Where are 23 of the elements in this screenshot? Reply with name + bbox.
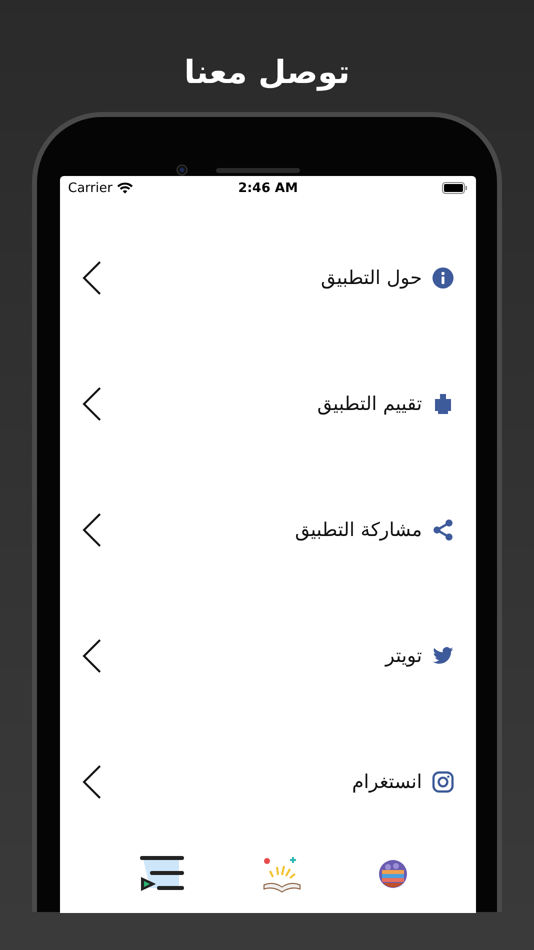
carrier-label: Carrier — [68, 180, 112, 196]
menu-item-label[interactable]: تقييم التطبيق — [317, 393, 422, 415]
menu-item-label[interactable]: مشاركة التطبيق — [294, 519, 422, 541]
page-title: توصل معنا — [183, 52, 351, 93]
info-icon — [432, 267, 454, 289]
camera-outline-icon — [432, 771, 454, 793]
chevron-left-icon[interactable] — [82, 261, 102, 295]
camera-icon — [176, 164, 188, 176]
bird-icon — [432, 646, 454, 666]
chevron-left-icon[interactable] — [82, 639, 102, 673]
menu-item-label[interactable]: تويتر — [385, 645, 422, 667]
chevron-left-icon[interactable] — [82, 765, 102, 799]
menu-item-label[interactable]: انستغرام — [352, 771, 422, 793]
status-time: 2:46 AM — [238, 180, 298, 196]
wifi-icon — [117, 182, 134, 194]
list-play-icon[interactable] — [138, 855, 186, 893]
books-badge-icon[interactable] — [378, 859, 408, 889]
share-icon — [432, 519, 454, 541]
chevron-left-icon[interactable] — [82, 387, 102, 421]
battery-icon — [442, 182, 468, 194]
menu-item-label[interactable]: حول التطبيق — [320, 267, 422, 289]
chevron-left-icon[interactable] — [82, 513, 102, 547]
open-book-icon[interactable] — [262, 855, 301, 893]
